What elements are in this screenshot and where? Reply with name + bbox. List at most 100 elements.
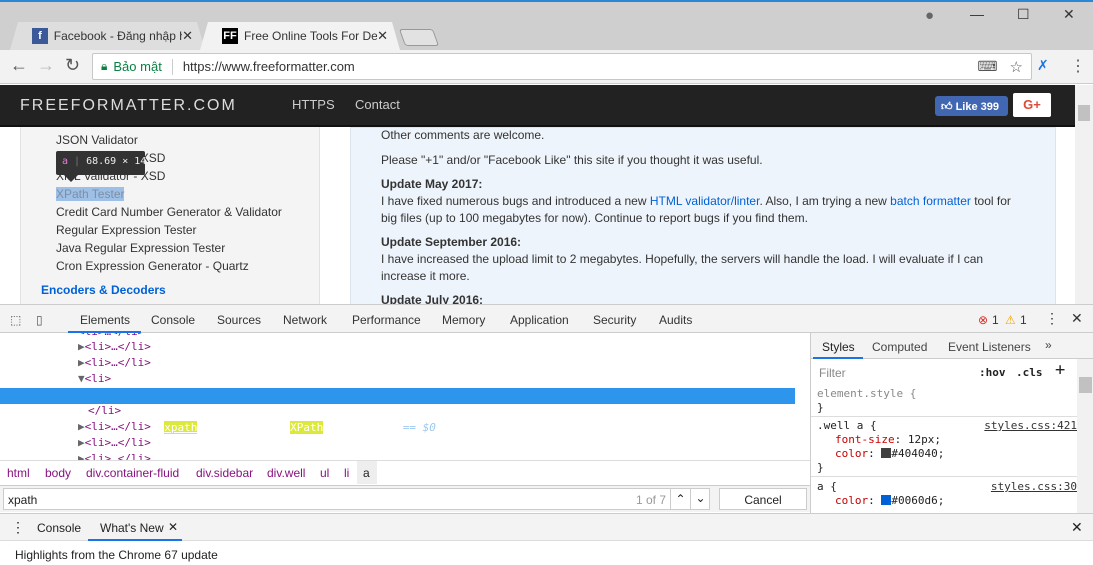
- device-toggle-icon[interactable]: ▯: [36, 313, 43, 327]
- dom-node[interactable]: ▶<li>…</li>: [78, 339, 151, 355]
- translate-icon[interactable]: ⌨: [977, 58, 997, 75]
- sidebar-heading[interactable]: Encoders & Decoders: [41, 283, 166, 297]
- search-value[interactable]: xpath: [8, 493, 37, 507]
- search-input[interactable]: xpath 1 of 7 ⌃ ⌄: [3, 488, 710, 510]
- dom-node[interactable]: ▶<li>…</li>: [78, 355, 151, 371]
- breadcrumb-item[interactable]: div.sidebar: [196, 466, 253, 480]
- profile-icon[interactable]: ●: [925, 7, 934, 24]
- page-scrollbar[interactable]: [1075, 85, 1093, 304]
- tab-console[interactable]: Console: [151, 313, 195, 327]
- google-plus-button[interactable]: G+: [1013, 93, 1051, 117]
- batch-formatter-link[interactable]: batch formatter: [890, 194, 971, 208]
- selected-dom-node[interactable]: ••• <a href="/xpath-tester.html">XPath T…: [0, 388, 795, 434]
- drawer-tab-whats-new[interactable]: What's New: [100, 521, 164, 535]
- tab-sources[interactable]: Sources: [217, 313, 261, 327]
- tab-memory[interactable]: Memory: [442, 313, 485, 327]
- sidebar-link[interactable]: Cron Expression Generator - Quartz: [56, 259, 249, 273]
- star-icon[interactable]: ☆: [1010, 58, 1023, 76]
- close-devtools-icon[interactable]: ✕: [1071, 310, 1083, 327]
- text: I have fixed numerous bugs and introduce…: [381, 194, 650, 208]
- search-prev-icon[interactable]: ⌃: [670, 489, 690, 509]
- css-property[interactable]: color: [835, 494, 868, 507]
- warning-icon[interactable]: ⚠: [1005, 313, 1016, 327]
- nav-contact[interactable]: Contact: [355, 97, 400, 112]
- dom-node[interactable]: </li>: [88, 403, 121, 419]
- error-count[interactable]: 1: [992, 313, 999, 327]
- color-swatch[interactable]: [881, 495, 892, 505]
- cls-toggle[interactable]: .cls: [1016, 366, 1043, 379]
- reload-icon[interactable]: ↻: [65, 55, 80, 76]
- dom-node[interactable]: ▼<li>: [78, 371, 111, 387]
- dom-node[interactable]: ▶<li>…</li>: [78, 451, 151, 460]
- tab-elements[interactable]: Elements: [80, 313, 130, 327]
- breadcrumb-item[interactable]: li: [344, 466, 349, 480]
- styles-filter-input[interactable]: Filter: [816, 363, 968, 383]
- tab-computed[interactable]: Computed: [872, 340, 927, 354]
- devtools-menu-icon[interactable]: ⋮: [1045, 310, 1059, 327]
- close-drawer-tab-icon[interactable]: ✕: [168, 520, 178, 534]
- css-property[interactable]: color: [835, 447, 868, 460]
- style-source-link[interactable]: styles.css:421: [984, 419, 1077, 433]
- tab-facebook[interactable]: f Facebook - Đăng nhập hoặc ✕: [10, 22, 205, 50]
- sidebar-link[interactable]: JSON Validator: [56, 133, 138, 147]
- tab-performance[interactable]: Performance: [352, 313, 421, 327]
- sidebar-link[interactable]: Regular Expression Tester: [56, 223, 197, 237]
- sidebar-link-xpath-tester[interactable]: XPath Tester: [56, 187, 125, 201]
- css-value[interactable]: #404040;: [891, 447, 944, 460]
- css-value[interactable]: #0060d6;: [891, 494, 944, 507]
- minimize-icon[interactable]: —: [970, 6, 984, 22]
- style-source-link[interactable]: styles.css:30: [991, 480, 1077, 494]
- inspect-element-icon[interactable]: ⬚: [10, 313, 21, 327]
- drawer-tab-console[interactable]: Console: [37, 521, 81, 535]
- more-tabs-icon[interactable]: »: [1045, 338, 1052, 352]
- breadcrumb-item[interactable]: html: [7, 466, 30, 480]
- nav-https[interactable]: HTTPS: [292, 97, 335, 112]
- site-logo[interactable]: FREEFORMATTER.COM: [20, 97, 237, 115]
- css-property[interactable]: font-size: [835, 433, 895, 446]
- cancel-button[interactable]: Cancel: [719, 488, 807, 510]
- close-tab-icon[interactable]: ✕: [377, 28, 388, 44]
- breadcrumb-item-active[interactable]: a: [357, 461, 377, 484]
- new-style-rule-icon[interactable]: +: [1055, 360, 1065, 380]
- error-icon[interactable]: ⊗: [978, 313, 988, 327]
- rule-selector[interactable]: element.style {: [817, 387, 1071, 401]
- breadcrumb-item[interactable]: body: [45, 466, 71, 480]
- breadcrumb-item[interactable]: div.container-fluid: [86, 466, 179, 480]
- new-tab-button[interactable]: [398, 29, 440, 46]
- back-icon[interactable]: ←: [10, 55, 28, 76]
- css-value[interactable]: 12px;: [908, 433, 941, 446]
- hov-toggle[interactable]: :hov: [979, 366, 1006, 379]
- styles-scrollbar[interactable]: [1077, 359, 1093, 513]
- warning-count[interactable]: 1: [1020, 313, 1027, 327]
- more-options-icon[interactable]: •••: [3, 404, 23, 420]
- close-drawer-icon[interactable]: ✕: [1071, 519, 1083, 536]
- tab-audits[interactable]: Audits: [659, 313, 692, 327]
- facebook-like-button[interactable]: 👍︎ Like 399: [935, 96, 1008, 116]
- tab-event-listeners[interactable]: Event Listeners: [948, 340, 1031, 354]
- dom-node[interactable]: ▶<li>…</li>: [78, 435, 151, 451]
- tab-network[interactable]: Network: [283, 313, 327, 327]
- dom-node[interactable]: ▶<li>…</li>: [78, 419, 151, 435]
- html-validator-link[interactable]: HTML validator/linter: [650, 194, 760, 208]
- tab-security[interactable]: Security: [593, 313, 636, 327]
- menu-icon[interactable]: ⋮: [1070, 56, 1086, 76]
- address-bar[interactable]: 🔒︎ Bảo mật https://www.freeformatter.com…: [92, 53, 1032, 80]
- close-window-icon[interactable]: ✕: [1063, 6, 1075, 23]
- sidebar-link[interactable]: Java Regular Expression Tester: [56, 241, 225, 255]
- tab-freeformatter[interactable]: FF Free Online Tools For Developers ✕: [200, 22, 400, 50]
- paragraph: I have fixed numerous bugs and introduce…: [381, 193, 1025, 227]
- sidebar-link[interactable]: Credit Card Number Generator & Validator: [56, 205, 282, 219]
- extension-icon[interactable]: ✗: [1037, 57, 1049, 74]
- breadcrumb-item[interactable]: ul: [320, 466, 329, 480]
- dom-search-bar: xpath 1 of 7 ⌃ ⌄ Cancel: [0, 485, 810, 512]
- tab-styles[interactable]: Styles: [822, 340, 855, 354]
- url-text[interactable]: https://www.freeformatter.com: [183, 59, 355, 74]
- tab-application[interactable]: Application: [510, 313, 569, 327]
- color-swatch[interactable]: [881, 448, 892, 458]
- forward-icon[interactable]: →: [37, 55, 55, 76]
- drawer-menu-icon[interactable]: ⋮: [11, 519, 25, 536]
- close-tab-icon[interactable]: ✕: [182, 28, 193, 44]
- maximize-icon[interactable]: ☐: [1017, 6, 1030, 23]
- breadcrumb-item[interactable]: div.well: [267, 466, 305, 480]
- search-next-icon[interactable]: ⌄: [690, 489, 710, 509]
